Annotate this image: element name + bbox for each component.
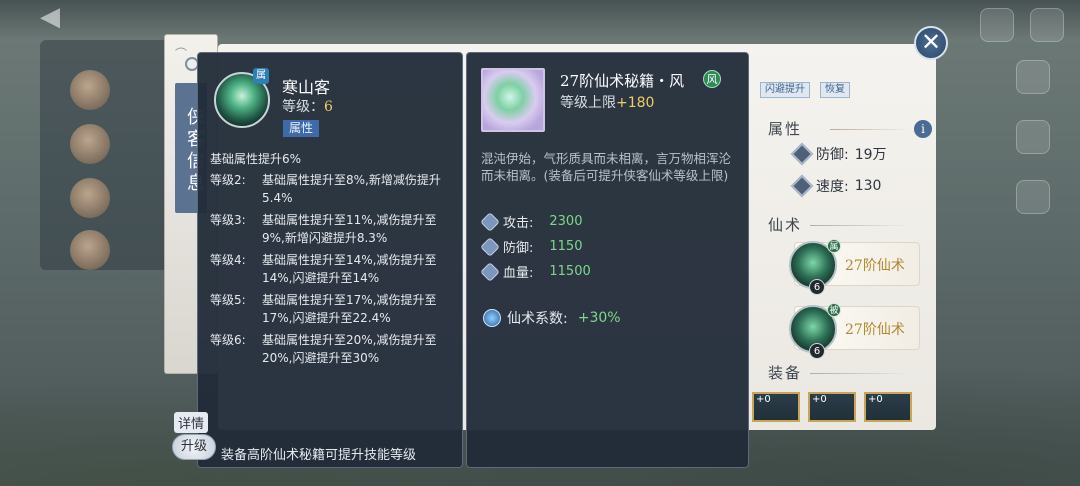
level-key: 等级2: bbox=[210, 173, 246, 187]
section-skills: 仙术 bbox=[768, 216, 803, 234]
defense-icon bbox=[790, 142, 814, 166]
stat-label: 血量: bbox=[503, 266, 534, 281]
stat-value: 130 bbox=[854, 178, 882, 194]
skill-book-icon bbox=[481, 68, 545, 132]
stat-defense: 防御: 19万 bbox=[790, 142, 887, 166]
skill-name: 27阶仙术 bbox=[845, 258, 905, 274]
skill-level: 等级：6 bbox=[282, 96, 333, 116]
stat-value: 1150 bbox=[549, 239, 583, 254]
book-coefficient: 仙术系数: +30% bbox=[483, 308, 621, 328]
level-effect-row: 等级2: 基础属性提升至8%,新增减伤提升5.4% bbox=[210, 171, 456, 207]
level-key: 等级6: bbox=[210, 333, 246, 347]
detail-button[interactable]: 详情 bbox=[174, 412, 209, 433]
menu-icon[interactable] bbox=[980, 8, 1014, 42]
menu-icon[interactable] bbox=[1016, 60, 1050, 94]
level-value: 基础属性提升至17%,减伤提升至17%,闪避提升至22.4% bbox=[262, 293, 437, 325]
level-key: 等级4: bbox=[210, 253, 246, 267]
level-effect-row: 等级3: 基础属性提升至11%,减伤提升至9%,新增闪避提升8.3% bbox=[210, 211, 456, 247]
skill-badge: 被 bbox=[827, 303, 841, 317]
stat-label: 速度: bbox=[816, 179, 849, 195]
equip-level: +0 bbox=[868, 394, 883, 405]
equip-slot[interactable]: +0 bbox=[864, 392, 912, 422]
level-value: 6 bbox=[324, 99, 333, 115]
section-attributes: 属性 bbox=[768, 120, 803, 138]
level-key: 等级3: bbox=[210, 213, 246, 227]
menu-icon[interactable] bbox=[1016, 180, 1050, 214]
coef-value: +30% bbox=[577, 310, 621, 326]
level-effect-row: 等级6: 基础属性提升至20%,减伤提升至20%,闪避提升至30% bbox=[210, 331, 456, 367]
stat-label: 防御: bbox=[503, 241, 534, 256]
equip-slot[interactable]: +0 bbox=[808, 392, 856, 422]
stat-value: 19万 bbox=[854, 147, 887, 163]
coef-label: 仙术系数: bbox=[507, 311, 568, 327]
book-stat-defense: 防御: 1150 bbox=[480, 236, 583, 257]
level-value: 基础属性提升至8%,新增减伤提升5.4% bbox=[262, 173, 441, 205]
skill-title: 寒山客 bbox=[282, 78, 331, 97]
level-value: 基础属性提升至11%,减伤提升至9%,新增闪避提升8.3% bbox=[262, 213, 437, 245]
level-value: 基础属性提升至20%,减伤提升至20%,闪避提升至30% bbox=[262, 333, 437, 365]
skill-level: 6 bbox=[809, 279, 825, 295]
divider bbox=[810, 373, 910, 374]
hp-icon bbox=[480, 261, 500, 282]
book-stat-hp: 血量: 11500 bbox=[480, 261, 591, 282]
skill-card[interactable]: 属 6 27阶仙术 bbox=[789, 239, 920, 295]
level-value: 基础属性提升至14%,减伤提升至14%,闪避提升至14% bbox=[262, 253, 437, 285]
back-arrow-icon[interactable]: ◀ bbox=[40, 2, 60, 32]
hero-tag: 恢复 bbox=[820, 82, 850, 98]
skill-name: 27阶仙术 bbox=[845, 322, 905, 338]
skill-base-effect: 基础属性提升6% bbox=[210, 152, 302, 166]
section-equipment: 装备 bbox=[768, 364, 803, 382]
menu-icon[interactable] bbox=[1030, 8, 1064, 42]
coefficient-icon bbox=[483, 309, 501, 327]
skill-type-tag: 属性 bbox=[283, 120, 320, 137]
hero-tag: 闪避提升 bbox=[760, 82, 810, 98]
stat-speed: 速度: 130 bbox=[790, 174, 882, 198]
equip-level: +0 bbox=[812, 394, 827, 405]
book-cap: 等级上限+180 bbox=[560, 92, 654, 112]
hero-avatar[interactable] bbox=[70, 124, 110, 164]
cap-value: +180 bbox=[616, 95, 655, 111]
book-title: 27阶仙术秘籍・风 bbox=[560, 72, 685, 90]
stat-value: 2300 bbox=[549, 214, 583, 229]
level-label: 等级： bbox=[282, 99, 324, 115]
level-key: 等级5: bbox=[210, 293, 246, 307]
divider bbox=[830, 129, 910, 130]
skill-badge: 属 bbox=[827, 239, 841, 253]
hero-avatar[interactable] bbox=[70, 70, 110, 110]
skill-type-badge: 属 bbox=[253, 68, 269, 84]
attack-icon bbox=[480, 211, 500, 232]
wind-element-icon: 风 bbox=[703, 70, 721, 88]
skill-card[interactable]: 被 6 27阶仙术 bbox=[789, 303, 920, 359]
upgrade-hint: 装备高阶仙术秘籍可提升技能等级 bbox=[221, 448, 417, 463]
close-button[interactable]: ✕ bbox=[914, 26, 948, 60]
skill-level: 6 bbox=[809, 343, 825, 359]
cap-label: 等级上限 bbox=[560, 95, 616, 111]
stat-label: 防御: bbox=[816, 147, 849, 163]
menu-icon[interactable] bbox=[1016, 120, 1050, 154]
hero-avatar[interactable] bbox=[70, 178, 110, 218]
level-effect-row: 等级5: 基础属性提升至17%,减伤提升至17%,闪避提升至22.4% bbox=[210, 291, 456, 327]
stat-value: 11500 bbox=[549, 264, 591, 279]
level-effect-row: 等级4: 基础属性提升至14%,减伤提升至14%,闪避提升至14% bbox=[210, 251, 456, 287]
hero-avatar[interactable] bbox=[70, 230, 110, 270]
equip-level: +0 bbox=[756, 394, 771, 405]
defense-icon bbox=[480, 236, 500, 257]
equip-slot[interactable]: +0 bbox=[752, 392, 800, 422]
upgrade-button[interactable]: 升级 bbox=[172, 434, 216, 460]
book-description: 混沌伊始，气形质具而未相离，言万物相浑沦而未相离。(装备后可提升侠客仙术等级上限… bbox=[481, 151, 732, 183]
info-icon[interactable]: i bbox=[914, 120, 932, 138]
divider bbox=[810, 225, 910, 226]
book-stat-attack: 攻击: 2300 bbox=[480, 211, 583, 232]
stat-label: 攻击: bbox=[503, 216, 534, 231]
speed-icon bbox=[790, 174, 814, 198]
